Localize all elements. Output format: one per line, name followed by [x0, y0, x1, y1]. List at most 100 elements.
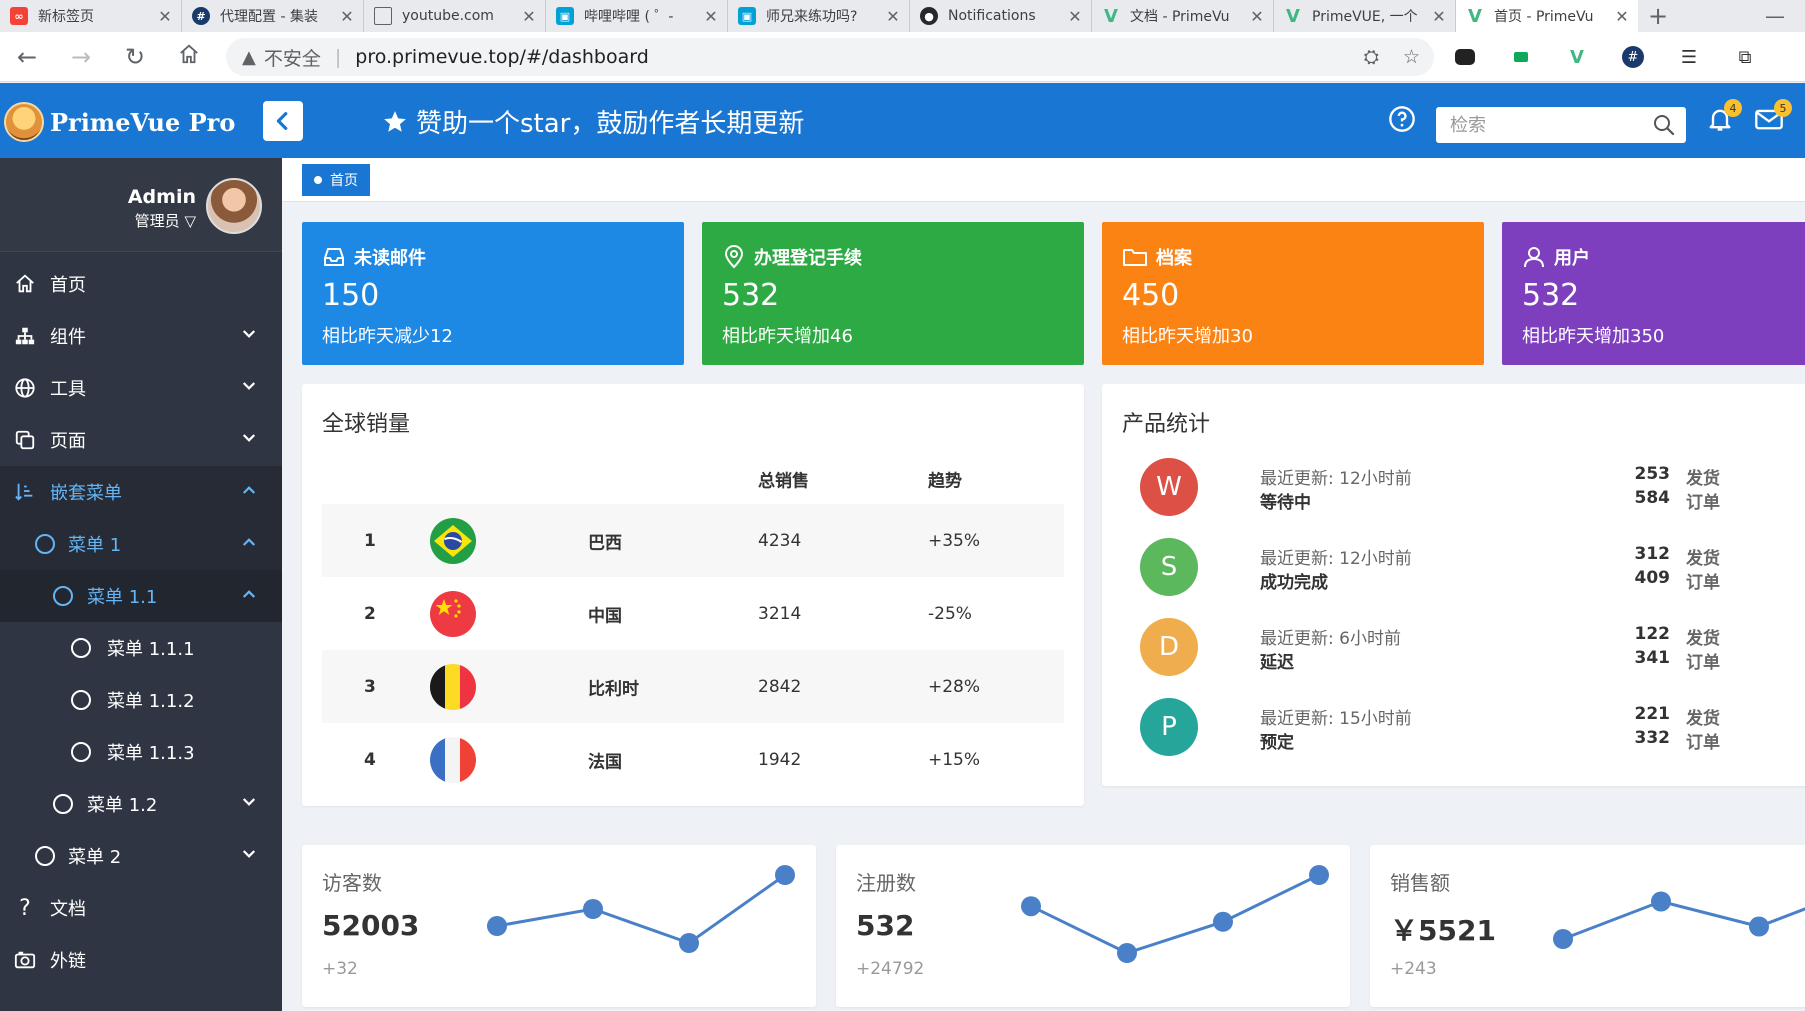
order-label: 订单: [1686, 573, 1720, 593]
mini-stat-title: 注册数: [856, 871, 916, 895]
browser-tab-active[interactable]: V 首页 - PrimeVu ✕: [1456, 0, 1638, 32]
sidebar-item-menu-1[interactable]: 菜单 1: [0, 518, 282, 570]
primevue-extension-icon[interactable]: V: [1562, 42, 1592, 72]
column-header-total[interactable]: 总销售: [758, 467, 809, 492]
avatar[interactable]: [206, 178, 262, 234]
inbox-icon: [324, 248, 344, 266]
star-banner[interactable]: 赞助一个star，鼓励作者长期更新: [382, 103, 804, 140]
close-icon[interactable]: ✕: [1431, 7, 1447, 26]
close-icon[interactable]: ✕: [1614, 7, 1630, 26]
sidebar-toggle-button[interactable]: [263, 101, 303, 141]
mail-button[interactable]: 5: [1754, 99, 1792, 137]
stat-card-archive[interactable]: 档案 450 相比昨天增加30: [1102, 222, 1484, 365]
infinity-icon: ∞: [10, 7, 28, 25]
order-count: 332: [1634, 728, 1671, 748]
close-icon[interactable]: ✕: [1249, 7, 1265, 26]
sidebar-item-label: 菜单 2: [68, 847, 122, 868]
sidebar-item-docs[interactable]: ? 文档: [0, 882, 282, 934]
list-item[interactable]: W 最近更新: 12小时前 等待中 253 发货 584 订单: [1102, 458, 1805, 538]
extension-icons: V # ☰ ⧉: [1450, 42, 1760, 72]
user-profile[interactable]: Admin 管理员 ▽: [0, 158, 282, 252]
browser-tab[interactable]: V PrimeVUE, 一个 ✕: [1274, 0, 1456, 32]
back-button[interactable]: ←: [0, 43, 54, 71]
table-row[interactable]: 3 比利时 2842 +28%: [322, 650, 1064, 723]
collections-icon[interactable]: ⧉: [1730, 42, 1760, 72]
logo-text: PrimeVue Pro: [50, 107, 236, 137]
browser-tab[interactable]: ● Notifications ✕: [910, 0, 1092, 32]
stat-card-check-in[interactable]: 办理登记手续 532 相比昨天增加46: [702, 222, 1084, 365]
reading-list-icon[interactable]: ☰: [1674, 42, 1704, 72]
sidebar-item-nested-menu[interactable]: 嵌套菜单: [0, 466, 282, 518]
sparkline-series-line: [496, 873, 786, 945]
close-icon[interactable]: ✕: [703, 7, 719, 26]
browser-tab[interactable]: # 代理配置 - 集装 ✕: [182, 0, 364, 32]
country: 比利时: [588, 679, 639, 699]
extension-icon[interactable]: [1506, 42, 1536, 72]
sidebar-item-menu-1-1[interactable]: 菜单 1.1: [0, 570, 282, 622]
sidebar-item-pages[interactable]: 页面: [0, 414, 282, 466]
chevron-up-icon: [240, 533, 258, 556]
chevron-down-icon: [240, 325, 258, 348]
browser-tab[interactable]: V 文档 - PrimeVu ✕: [1092, 0, 1274, 32]
column-header-trend[interactable]: 趋势: [928, 467, 962, 492]
ship-label: 发货: [1686, 709, 1720, 729]
user-role[interactable]: 管理员 ▽: [135, 210, 196, 231]
notifications-button[interactable]: 4: [1706, 99, 1742, 137]
sidebar-item-home[interactable]: 首页: [0, 258, 282, 310]
circle-icon: [32, 846, 58, 866]
browser-tab[interactable]: youtube.com ✕: [364, 0, 546, 32]
stat-card-unread-mail[interactable]: 未读邮件 150 相比昨天减少12: [302, 222, 684, 365]
sidebar-item-menu-1-2[interactable]: 菜单 1.2: [0, 778, 282, 830]
chevron-down-icon: [240, 845, 258, 868]
close-icon[interactable]: ✕: [339, 7, 355, 26]
star-icon: [384, 110, 406, 132]
sparkline-point: [1749, 916, 1769, 937]
list-item[interactable]: P 最近更新: 15小时前 预定 221 发货 332 订单: [1102, 698, 1805, 778]
table-row[interactable]: 4 法国 1942 +15%: [322, 723, 1064, 796]
list-item[interactable]: D 最近更新: 6小时前 延迟 122 发货 341 订单: [1102, 618, 1805, 698]
translate-icon[interactable]: ⛭: [1364, 46, 1379, 68]
app-logo[interactable]: PrimeVue Pro: [4, 102, 235, 142]
sidebar-item-label: 菜单 1.1: [87, 587, 158, 608]
sidebar-item-menu-1-1-3[interactable]: 菜单 1.1.3: [0, 726, 282, 778]
hash-extension-icon[interactable]: #: [1618, 42, 1648, 72]
search-input[interactable]: [1450, 114, 1652, 136]
trend: +35%: [928, 530, 981, 551]
order-count: 409: [1634, 568, 1671, 588]
rank: 1: [364, 530, 376, 551]
browser-tab[interactable]: ∞ 新标签页 ✕: [0, 0, 182, 32]
home-button[interactable]: [162, 43, 216, 71]
list-item[interactable]: S 最近更新: 12小时前 成功完成 312 发货 409 订单: [1102, 538, 1805, 618]
new-tab-button[interactable]: +: [1638, 0, 1678, 32]
sidebar-item-components[interactable]: 组件: [0, 310, 282, 362]
table-row[interactable]: 2 中国 3214 -25%: [322, 577, 1064, 650]
mini-stat-delta: +243: [1390, 959, 1437, 979]
sidebar-item-menu-2[interactable]: 菜单 2: [0, 830, 282, 882]
rank: 4: [364, 749, 376, 770]
search-icon[interactable]: [1652, 113, 1676, 137]
forward-button[interactable]: →: [54, 43, 108, 71]
close-icon[interactable]: ✕: [1067, 7, 1083, 26]
sidebar-item-menu-1-1-1[interactable]: 菜单 1.1.1: [0, 622, 282, 674]
url-text[interactable]: pro.primevue.top/#/dashboard: [355, 46, 649, 68]
ship-label: 发货: [1686, 629, 1720, 649]
bookmark-star-icon[interactable]: ☆: [1403, 46, 1420, 68]
browser-tab[interactable]: ▣ 哔哩哔哩 ( ゜- ✕: [546, 0, 728, 32]
sidebar-item-tools[interactable]: 工具: [0, 362, 282, 414]
close-icon[interactable]: ✕: [157, 7, 173, 26]
browser-tab[interactable]: ▣ 师兄来练功吗? ✕: [728, 0, 910, 32]
table-row[interactable]: 1 巴西 4234 +35%: [322, 504, 1064, 577]
close-icon[interactable]: ✕: [521, 7, 537, 26]
stat-card-users[interactable]: 用户 532 相比昨天增加350: [1502, 222, 1805, 365]
breadcrumb-tag-home[interactable]: 首页: [302, 164, 370, 196]
address-bar[interactable]: ▲ 不安全 | pro.primevue.top/#/dashboard ⛭ ☆: [226, 38, 1434, 76]
close-icon[interactable]: ✕: [885, 7, 901, 26]
sidebar-item-menu-1-1-2[interactable]: 菜单 1.1.2: [0, 674, 282, 726]
user-icon: [1524, 247, 1544, 268]
trend: -25%: [928, 603, 972, 624]
help-button[interactable]: [1388, 105, 1416, 137]
reload-button[interactable]: ↻: [108, 43, 162, 71]
extension-icon[interactable]: [1450, 42, 1480, 72]
sidebar-item-external-link[interactable]: 外链: [0, 934, 282, 986]
minimize-icon[interactable]: —: [1765, 4, 1785, 28]
